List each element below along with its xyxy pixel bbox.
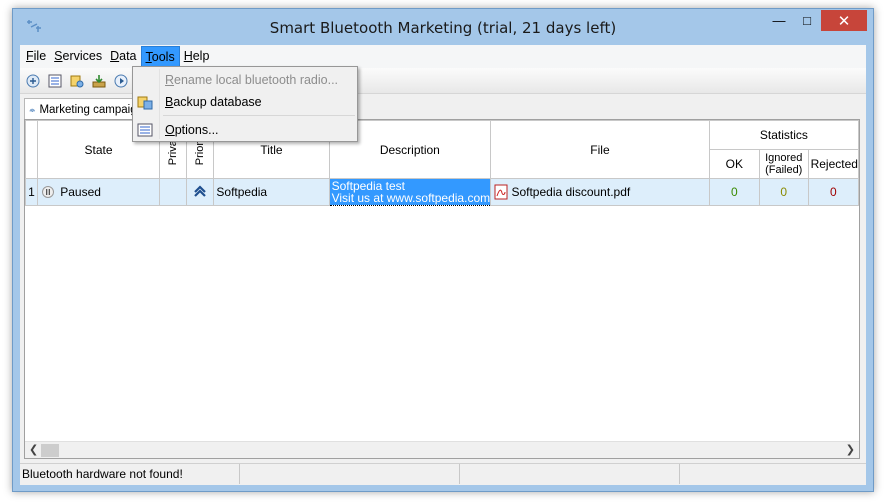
cell-file[interactable]: Softpedia discount.pdf (490, 178, 710, 206)
campaign-icon (29, 108, 35, 112)
tab-label: Marketing campaign (39, 103, 143, 116)
row-number[interactable]: 1 (25, 178, 38, 206)
menu-separator (163, 115, 355, 116)
backup-label: ackup database (173, 95, 262, 109)
window-title: Smart Bluetooth Marketing (trial, 21 day… (269, 19, 617, 37)
pause-icon (41, 186, 54, 199)
minimize-button[interactable]: — (766, 10, 792, 31)
column-header-file[interactable]: File (490, 120, 710, 179)
menu-help[interactable]: Help (180, 46, 214, 67)
menu-bar: File Services Data Tools Help (20, 45, 866, 68)
maximize-button[interactable]: □ (794, 10, 820, 31)
options-icon (137, 123, 153, 137)
cell-priority[interactable] (185, 178, 215, 206)
list-view-icon[interactable] (46, 72, 64, 90)
title-bar[interactable]: Smart Bluetooth Marketing (trial, 21 day… (13, 9, 873, 45)
status-pane-3 (460, 464, 680, 484)
menu-services-label: ervices (62, 49, 103, 63)
status-pane-4 (680, 464, 850, 484)
row-header-corner (25, 120, 38, 179)
menu-help-label: elp (192, 49, 210, 63)
priority-high-icon (194, 184, 206, 197)
column-header-rejected[interactable]: Rejected (807, 149, 859, 179)
cell-private[interactable] (159, 178, 187, 206)
bluetooth-radio-icon[interactable] (24, 72, 42, 90)
menu-item-backup-database[interactable]: Backup database (133, 91, 357, 113)
scroll-right-icon[interactable]: ❯ (846, 443, 855, 456)
cell-ignored-count[interactable]: 0 (758, 178, 809, 206)
menu-data[interactable]: Data (106, 46, 140, 67)
status-pane-2 (240, 464, 460, 484)
rename-label: ename local bluetooth radio... (174, 73, 339, 87)
scroll-left-icon[interactable]: ❮ (29, 443, 38, 456)
rename-icon (137, 72, 153, 88)
options-label: ptions... (174, 123, 219, 137)
menu-file-label: ile (33, 49, 47, 63)
tools-dropdown-menu: Rename local bluetooth radio... Backup d… (132, 66, 358, 142)
status-message: Bluetooth hardware not found! (20, 464, 240, 484)
menu-data-mnemonic: D (110, 49, 120, 63)
database-icon[interactable] (68, 72, 86, 90)
column-header-ignored[interactable]: Ignored (Failed) (758, 149, 809, 179)
description-line2: Visit us at www.softpedia.com (331, 191, 491, 205)
tab-marketing-campaign[interactable]: Marketing campaign (24, 98, 144, 120)
menu-services-mnemonic: S (54, 49, 63, 63)
menu-data-label: ata (119, 49, 137, 63)
menu-item-options[interactable]: Options... (133, 119, 357, 141)
menu-item-rename-radio[interactable]: Rename local bluetooth radio... (133, 69, 357, 91)
column-header-ignored-line1: Ignored (765, 152, 803, 164)
file-name: Softpedia discount.pdf (511, 185, 631, 199)
table-row[interactable]: 1 Paused Softpedia Softpedia test Visit … (25, 178, 859, 206)
menu-help-mnemonic: H (183, 49, 193, 63)
cell-description[interactable]: Softpedia test Visit us at www.softpedia… (328, 178, 492, 206)
options-mnemonic: O (165, 123, 175, 137)
cell-state[interactable]: Paused (36, 178, 161, 206)
column-header-ignored-line2: (Failed) (765, 164, 803, 176)
menu-file[interactable]: File (22, 46, 50, 67)
menu-file-mnemonic: F (26, 49, 34, 63)
cell-rejected-count[interactable]: 0 (807, 178, 859, 206)
column-header-ok[interactable]: OK (708, 149, 760, 179)
cell-title[interactable]: Softpedia (213, 178, 330, 206)
column-group-statistics: Statistics (708, 120, 859, 150)
pdf-file-icon (494, 184, 508, 200)
scrollbar-thumb[interactable] (41, 444, 59, 457)
menu-services[interactable]: Services (50, 46, 106, 67)
status-bar: Bluetooth hardware not found! (20, 463, 866, 484)
backup-database-icon (137, 96, 153, 110)
horizontal-scrollbar[interactable]: ❮ ❯ (25, 441, 859, 458)
play-icon[interactable] (112, 72, 130, 90)
cell-ok-count[interactable]: 0 (708, 178, 760, 206)
campaign-grid: State Private Priority Title Description… (24, 119, 860, 459)
menu-tools-label: ools (151, 50, 175, 64)
state-value: Paused (60, 185, 101, 200)
backup-mnemonic: B (165, 95, 174, 109)
download-icon[interactable] (90, 72, 108, 90)
close-button[interactable]: ✕ (821, 10, 867, 31)
menu-tools[interactable]: Tools (140, 46, 180, 67)
rename-mnemonic: R (165, 73, 175, 87)
